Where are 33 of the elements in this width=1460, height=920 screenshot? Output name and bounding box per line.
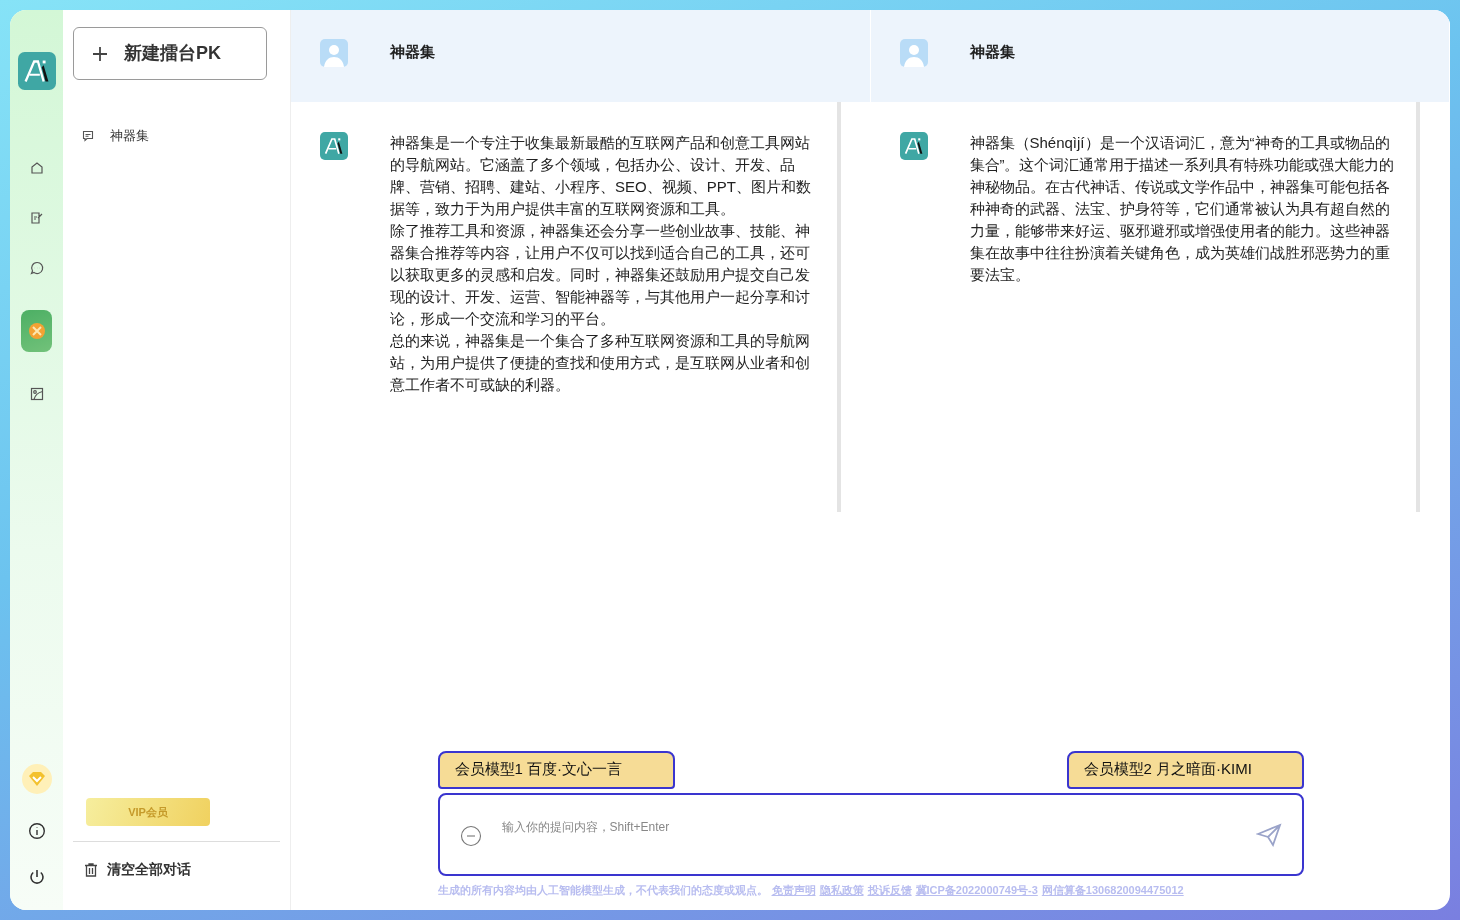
power-icon[interactable] bbox=[27, 868, 46, 886]
model-tab[interactable]: 会员模型1 百度·文心一言 bbox=[437, 750, 675, 789]
conversation-item[interactable]: 神器集 bbox=[73, 126, 280, 146]
model-tab[interactable]: 会员模型2 月之暗面·KIMI bbox=[1066, 750, 1304, 789]
image-icon bbox=[28, 386, 45, 402]
user-avatar-icon bbox=[320, 39, 348, 67]
answer-text: 神器集（Shénqìjí）是一个汉语词汇，意为“神奇的工具或物品的集合”。这个词汇通常用于描述一系列具有特殊功能或强大能力的神秘物品。在古代神话、传说或文学作品中，神器集可能包括各种神奇的武器、法宝、护身符等，它们通常被认为具有超自然的力量，能够带来好运、驱邪避邪或增强使用者的能力。这些神器集在故事中往往扮演着关键角色，成为英雄们战胜邪恶势力的重要法宝。 bbox=[969, 133, 1395, 285]
edit-icon bbox=[28, 210, 45, 226]
chat-icon bbox=[28, 260, 45, 276]
question-title: 神器集 bbox=[969, 42, 1015, 62]
footer-link[interactable]: 投诉反馈 bbox=[867, 881, 912, 898]
disclaimer-text: 生成的所有内容均由人工智能模型生成，不代表我们的态度或观点。 bbox=[437, 882, 768, 898]
user-avatar-icon bbox=[899, 39, 928, 67]
app-logo-icon bbox=[17, 52, 56, 90]
assistant-logo-icon bbox=[320, 132, 348, 160]
minus-circle-icon[interactable] bbox=[459, 824, 482, 847]
question-input[interactable]: 输入你的提问内容，Shift+Enter bbox=[501, 817, 1236, 836]
vip-button[interactable]: VIP会员 bbox=[86, 798, 210, 826]
new-arena-button[interactable]: 新建擂台PK bbox=[73, 27, 267, 80]
question-title: 神器集 bbox=[390, 42, 435, 62]
trash-icon bbox=[83, 861, 99, 878]
home-icon bbox=[28, 160, 45, 176]
info-icon[interactable] bbox=[27, 822, 46, 840]
assistant-logo-icon bbox=[899, 132, 928, 160]
footer-link[interactable]: 冀ICP备2022000749号-3 bbox=[915, 881, 1038, 898]
plus-icon bbox=[92, 45, 108, 62]
message-icon bbox=[82, 129, 94, 142]
send-icon[interactable] bbox=[1255, 822, 1282, 847]
footer-link[interactable]: 免责声明 bbox=[771, 881, 816, 898]
footer-link[interactable]: 网信算备1306820094475012 bbox=[1041, 881, 1184, 898]
clear-conversations-button[interactable]: 清空全部对话 bbox=[73, 859, 280, 880]
answer-text: 神器集是一个专注于收集最新最酷的互联网产品和创意工具网站的导航网站。它涵盖了多个领域，包括办公、设计、开发、品牌、营销、招聘、建站、小程序、SEO、视频、PPT、图片和数据等，致力于为用户提供丰富的互联网资源和工具。 除了推荐工具和资源，神器集还会分享一些创业故事、技能、神器集合推荐等内容，让用户不仅可以找到适合自己的工具，还可以获取更多的灵感和启发。同时，神器集还鼓励用户提交自己发现的设计、开发、运营、智能神器等，与其他用户一起分享和讨论，形成一个交流和学习的平台。 总的来说，神器集是一个集合了多种互联网资源和工具的导航网站，为用户提供了便捷的查找和使用方式，是互联网从业者和创意工作者不可或缺的利器。 bbox=[390, 133, 812, 395]
footer-link[interactable]: 隐私政策 bbox=[819, 881, 864, 898]
